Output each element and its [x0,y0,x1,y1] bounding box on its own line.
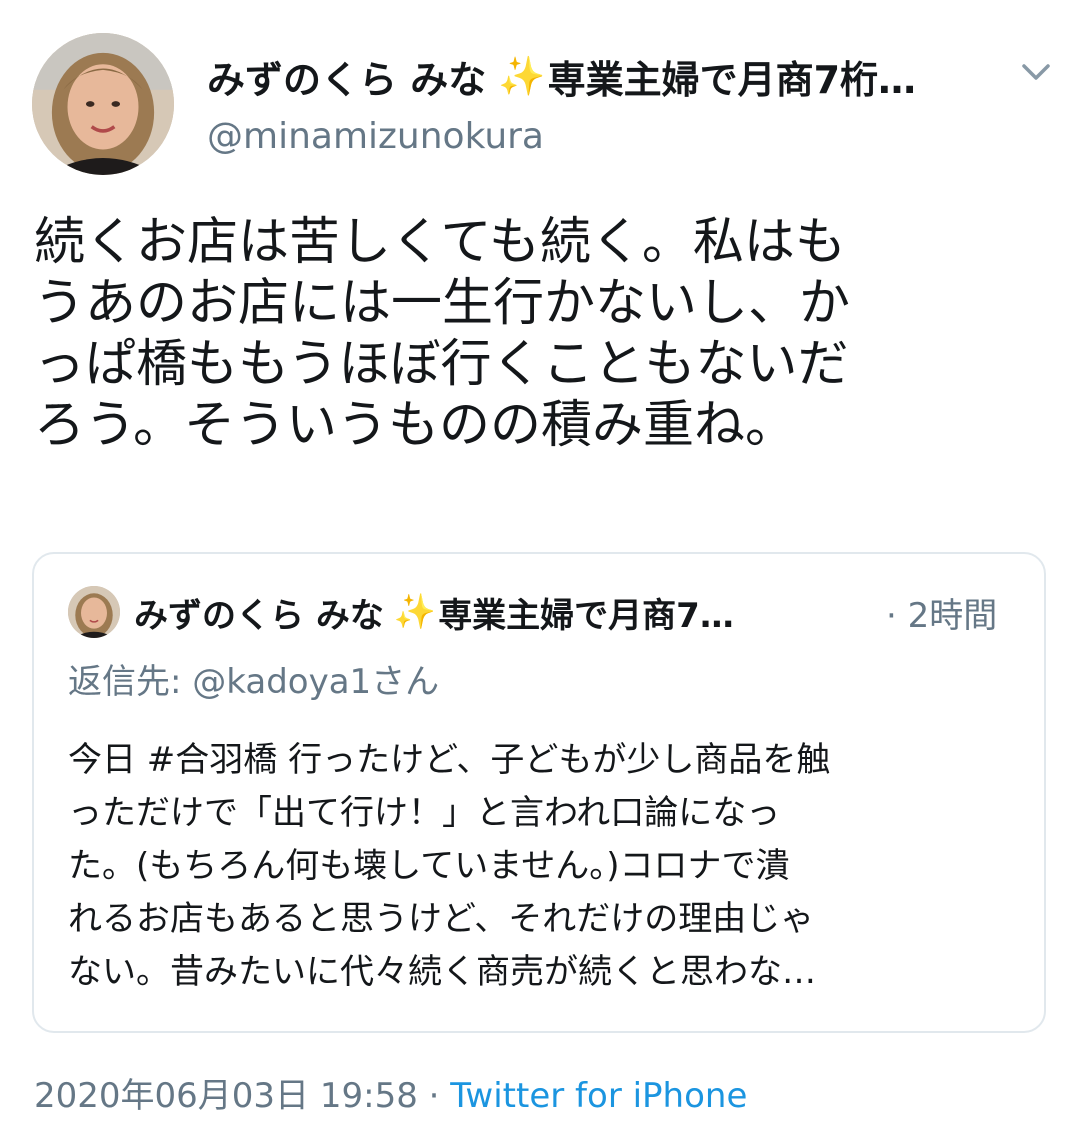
quoted-text-line: た。(もちろん何も壊していません。)コロナで潰 [68,846,790,886]
quoted-text-line: っただけで「出て行け！」と言われ口論になっ [68,793,781,833]
quoted-author-avatar [68,586,120,638]
tweet-text-line: うあのお店には一生行かないし、か [34,274,851,333]
tweet-text-line: ろう。そういうものの積み重ね。 [34,396,796,455]
quoted-text-line: ない。昔みたいに代々続く商売が続くと思わな… [68,952,816,992]
quoted-text-line: 今日 #合羽橋 行ったけど、子どもが少し商品を触 [68,740,831,780]
sparkles-icon: ✨ [498,53,546,98]
avatar-photo [32,33,174,175]
tweet-text: 続くお店は苦しくても続く。私はも うあのお店には一生行かないし、か っぱ橋ももう… [34,212,1024,456]
quoted-author-name-suffix: 専業主婦で月商7… [438,595,734,636]
quoted-tweet-text: 今日 #合羽橋 行ったけど、子どもが少し商品を触 っただけで「出て行け！」と言わ… [68,734,1018,999]
author-handle[interactable]: @minamizunokura [207,116,544,157]
chevron-down-icon[interactable] [1016,52,1056,92]
quoted-author-name: みずのくら みな [134,595,384,636]
quoted-tweet-card[interactable]: みずのくら みな ✨ 専業主婦で月商7… · 2時間 返信先: @kadoya1… [32,552,1046,1033]
tweet-datetime: 2020年06月03日 19:58 · [34,1076,451,1116]
author-name-suffix: 専業主婦で月商7桁… [547,57,917,102]
quoted-reply-to: 返信先: @kadoya1さん [68,662,440,702]
author-name: みずのくら みな [207,57,487,102]
author-name-row[interactable]: みずのくら みな ✨ 専業主婦で月商7桁… [207,46,987,106]
tweet-source-link[interactable]: Twitter for iPhone [450,1076,747,1116]
tweet-footer: 2020年06月03日 19:58 · Twitter for iPhone [34,1068,747,1117]
tweet-text-line: 続くお店は苦しくても続く。私はも [34,213,846,272]
sparkles-icon: ✨ [393,592,437,632]
quoted-timestamp: · 2時間 [886,596,998,636]
quoted-text-line: れるお店もあると思うけど、それだけの理由じゃ [68,899,815,939]
tweet-text-line: っぱ橋ももうほぼ行くこともないだ [34,335,849,394]
author-avatar[interactable] [32,33,174,175]
avatar-photo [68,586,120,638]
quoted-author-name-row: みずのくら みな ✨ 専業主婦で月商7… [134,584,864,640]
